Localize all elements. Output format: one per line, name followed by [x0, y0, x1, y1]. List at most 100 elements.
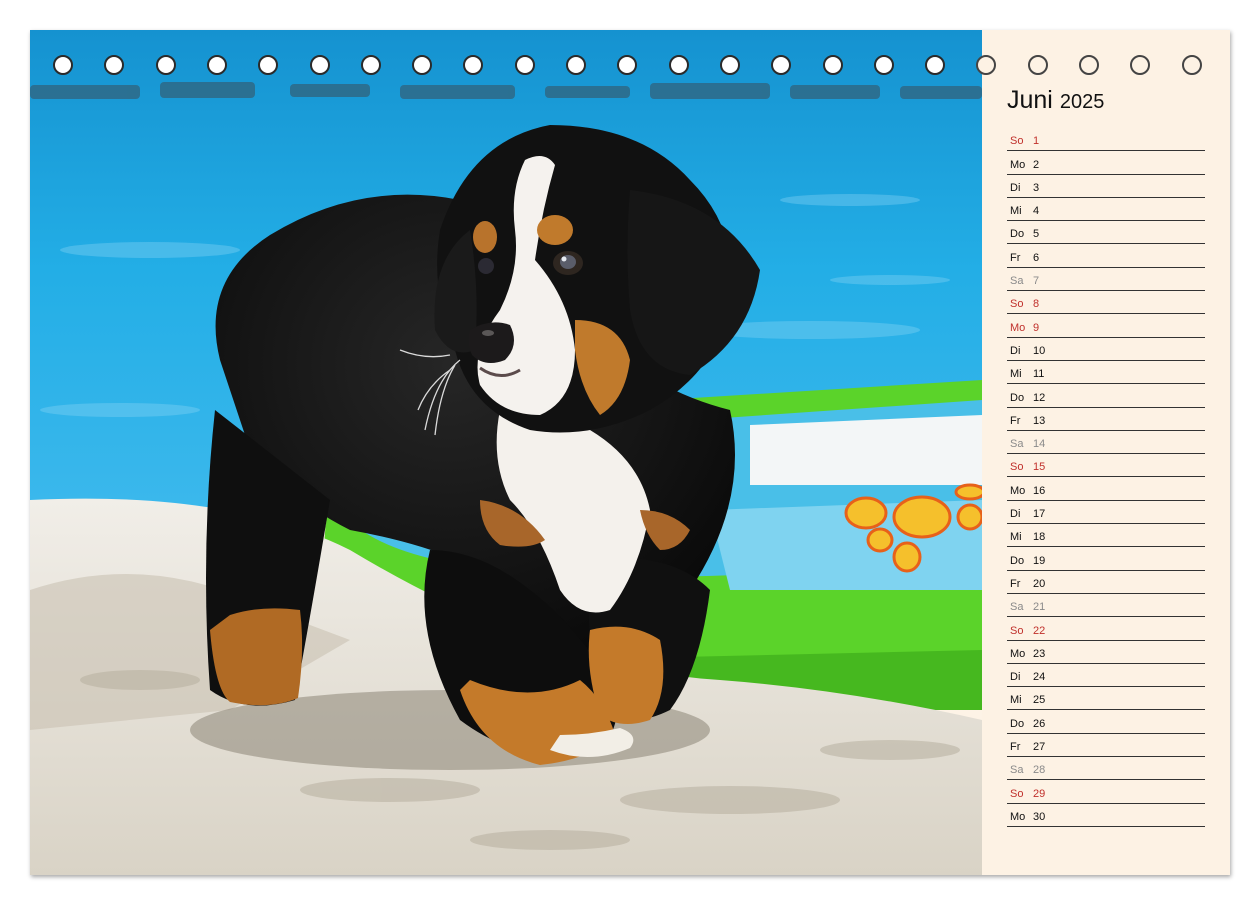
weekday-label: Mi	[1010, 368, 1022, 381]
day-number: 19	[1033, 554, 1046, 567]
weekday-label: Fr	[1010, 577, 1021, 590]
month-title: Juni 2025	[1007, 86, 1104, 115]
year-label: 2025	[1059, 91, 1105, 113]
weekday-label: So	[1010, 461, 1024, 474]
day-number: 16	[1033, 484, 1046, 497]
weekday-label: So	[1010, 624, 1024, 637]
weekday-label: Sa	[1010, 764, 1024, 777]
day-number: 13	[1033, 414, 1046, 427]
day-number: 7	[1033, 275, 1040, 288]
day-row: So 29	[1007, 780, 1205, 804]
puppy-photo	[30, 30, 982, 875]
day-number: 9	[1033, 321, 1040, 334]
binding-ring	[925, 55, 946, 75]
day-row: Mi 25	[1007, 687, 1205, 711]
month-name: Juni	[1007, 86, 1053, 114]
weekday-label: Di	[1010, 671, 1021, 684]
day-number: 8	[1033, 298, 1040, 311]
binding-ring	[617, 55, 638, 75]
weekday-label: Fr	[1010, 251, 1021, 264]
day-number: 20	[1033, 577, 1046, 590]
puppy-beach-illustration	[30, 30, 982, 875]
binding-ring	[976, 55, 997, 75]
day-row: Mo 9	[1007, 314, 1205, 338]
day-number: 22	[1033, 624, 1046, 637]
day-number: 21	[1033, 601, 1046, 614]
day-row: Mi 4	[1007, 198, 1205, 222]
day-row: So 8	[1007, 291, 1205, 315]
day-number: 2	[1033, 158, 1040, 171]
day-row: Fr 6	[1007, 244, 1205, 268]
weekday-label: Mi	[1010, 531, 1022, 544]
weekday-label: Sa	[1010, 601, 1024, 614]
weekday-label: Di	[1010, 508, 1021, 521]
day-number: 14	[1033, 438, 1046, 451]
weekday-label: Do	[1010, 554, 1025, 567]
calendar-sidebar: Juni 2025 So 1 Mo 2 Di 3 Mi 4 Do 5 Fr 6 Sa 7 So 8 Mo 9 Di 1…	[982, 30, 1230, 875]
day-number: 24	[1033, 671, 1046, 684]
day-row: So 22	[1007, 617, 1205, 641]
day-number: 28	[1033, 764, 1046, 777]
day-row: Mo 16	[1007, 477, 1205, 501]
binding-ring	[1130, 55, 1151, 75]
day-number: 23	[1033, 647, 1046, 660]
day-row: Di 3	[1007, 175, 1205, 198]
day-number: 30	[1033, 810, 1046, 823]
day-number: 27	[1033, 741, 1046, 754]
calendar-page: Juni 2025 So 1 Mo 2 Di 3 Mi 4 Do 5 Fr 6 Sa 7 So 8 Mo 9 Di 1…	[30, 30, 1230, 875]
binding-ring	[155, 55, 176, 75]
day-list: So 1 Mo 2 Di 3 Mi 4 Do 5 Fr 6 Sa 7 So 8 Mo 9 Di 10 Mi 11 Do 12 F…	[1007, 128, 1205, 827]
day-row: Mi 18	[1007, 524, 1205, 548]
weekday-label: Sa	[1010, 438, 1024, 451]
day-number: 12	[1033, 391, 1046, 404]
binding-rings	[30, 55, 1230, 81]
binding-ring	[822, 55, 843, 75]
day-row: Mo 23	[1007, 641, 1205, 664]
weekday-label: Fr	[1010, 741, 1021, 754]
binding-ring	[53, 55, 73, 75]
day-row: Di 10	[1007, 338, 1205, 361]
weekday-label: Mo	[1010, 647, 1026, 660]
binding-ring	[258, 55, 279, 75]
weekday-label: Sa	[1010, 275, 1024, 288]
day-number: 1	[1033, 135, 1040, 148]
day-number: 4	[1033, 205, 1040, 218]
day-number: 29	[1033, 787, 1046, 800]
day-row: Sa 14	[1007, 431, 1205, 455]
binding-ring	[206, 55, 227, 75]
day-row: Sa 7	[1007, 268, 1205, 292]
binding-ring	[309, 55, 330, 75]
day-number: 18	[1033, 531, 1046, 544]
binding-ring	[360, 55, 381, 75]
day-number: 3	[1033, 181, 1040, 194]
day-number: 5	[1033, 228, 1040, 241]
day-row: Mi 11	[1007, 361, 1205, 385]
weekday-label: So	[1010, 787, 1024, 800]
binding-ring	[514, 55, 535, 75]
binding-ring	[1027, 55, 1048, 75]
weekday-label: Di	[1010, 181, 1021, 194]
weekday-label: Mo	[1010, 321, 1026, 334]
day-number: 6	[1033, 251, 1040, 264]
weekday-label: Mi	[1010, 694, 1022, 707]
weekday-label: So	[1010, 135, 1024, 148]
binding-ring	[463, 55, 484, 75]
weekday-label: So	[1010, 298, 1024, 311]
weekday-label: Mo	[1010, 810, 1026, 823]
weekday-label: Di	[1010, 344, 1021, 357]
day-row: Do 19	[1007, 547, 1205, 571]
day-number: 15	[1033, 461, 1046, 474]
day-row: So 1	[1007, 128, 1205, 152]
day-row: Do 12	[1007, 384, 1205, 408]
day-row: Mo 30	[1007, 804, 1205, 827]
day-row: Fr 20	[1007, 571, 1205, 594]
day-number: 11	[1033, 368, 1045, 381]
binding-ring	[412, 55, 433, 75]
day-number: 26	[1033, 717, 1046, 730]
weekday-label: Mo	[1010, 484, 1026, 497]
weekday-label: Mi	[1010, 205, 1022, 218]
day-number: 10	[1033, 344, 1046, 357]
day-row: Sa 28	[1007, 757, 1205, 781]
binding-ring	[104, 55, 125, 75]
day-row: So 15	[1007, 454, 1205, 478]
